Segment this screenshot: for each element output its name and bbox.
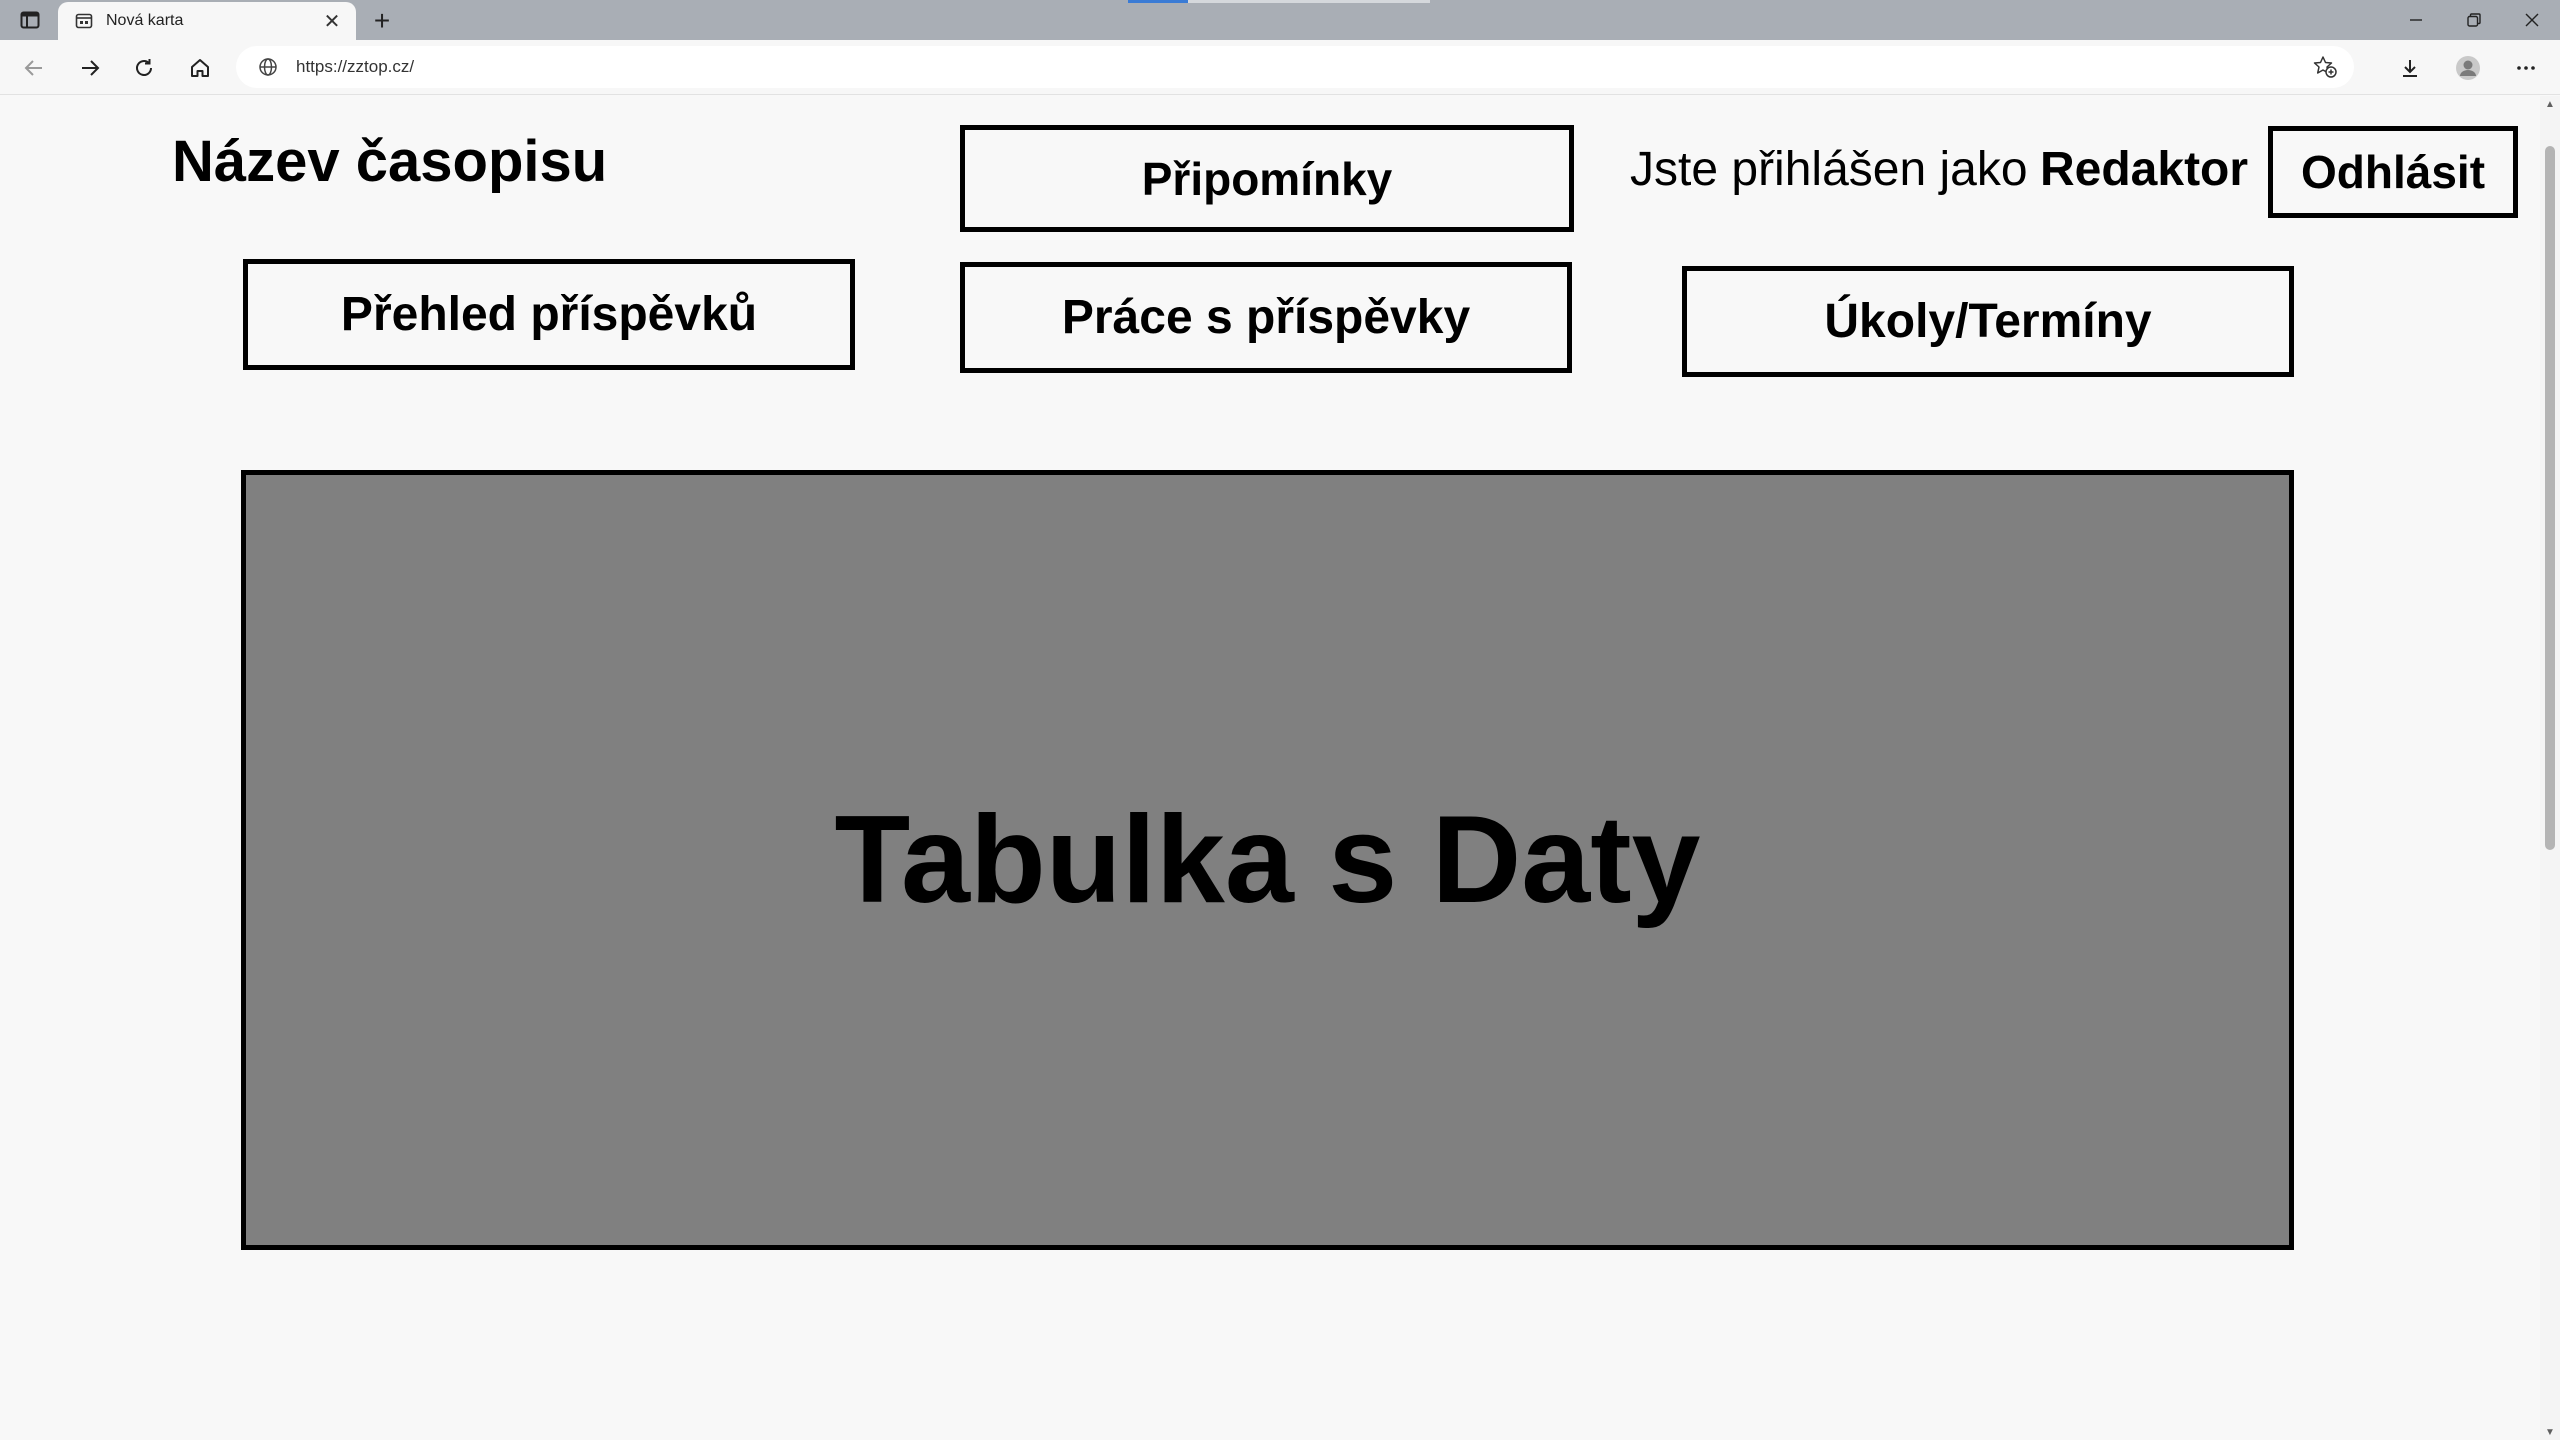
globe-icon[interactable] [256,55,280,79]
restore-icon[interactable] [2446,0,2502,40]
overview-button[interactable]: Přehled příspěvků [243,259,855,370]
download-icon[interactable] [2390,48,2430,88]
new-tab-page-icon [74,11,94,31]
star-plus-icon[interactable] [2310,52,2340,82]
browser-titlebar: Nová karta ✕ + [0,0,2560,40]
close-window-icon[interactable] [2504,0,2560,40]
loading-progress [1128,0,1188,3]
profile-icon[interactable] [2448,48,2488,88]
user-role: Redaktor [2040,143,2249,196]
data-table-placeholder: Tabulka s Daty [241,470,2294,1250]
journal-title: Název časopisu [172,129,608,194]
new-tab-button[interactable]: + [366,5,398,37]
tab-actions-icon[interactable] [14,7,46,33]
work-with-submissions-button[interactable]: Práce s příspěvky [960,262,1572,373]
logged-in-label: Jste přihlášen jako [1630,143,2028,196]
address-text[interactable]: https://zztop.cz/ [296,57,2310,77]
arrow-left-icon[interactable] [14,48,54,88]
scroll-down-arrow-icon[interactable]: ▼ [2540,1424,2560,1440]
home-icon[interactable] [180,48,220,88]
browser-tab[interactable]: Nová karta ✕ [58,2,356,40]
loading-indicator [1128,0,1430,3]
vertical-scrollbar[interactable]: ▲ ▼ [2540,96,2560,1440]
address-bar[interactable]: https://zztop.cz/ [236,46,2354,88]
tasks-deadlines-button[interactable]: Úkoly/Termíny [1682,266,2294,377]
comments-button[interactable]: Připomínky [960,125,1574,232]
close-icon[interactable]: ✕ [318,7,346,35]
data-table-label: Tabulka s Daty [834,791,1701,929]
minimize-icon[interactable] [2388,0,2444,40]
scroll-up-arrow-icon[interactable]: ▲ [2540,96,2560,112]
more-icon[interactable] [2506,48,2546,88]
browser-toolbar: https://zztop.cz/ [0,40,2560,95]
scrollbar-thumb[interactable] [2545,146,2555,850]
reload-icon[interactable] [124,48,164,88]
arrow-right-icon[interactable] [70,48,110,88]
tab-title: Nová karta [106,12,184,29]
logout-button[interactable]: Odhlásit [2268,126,2518,218]
